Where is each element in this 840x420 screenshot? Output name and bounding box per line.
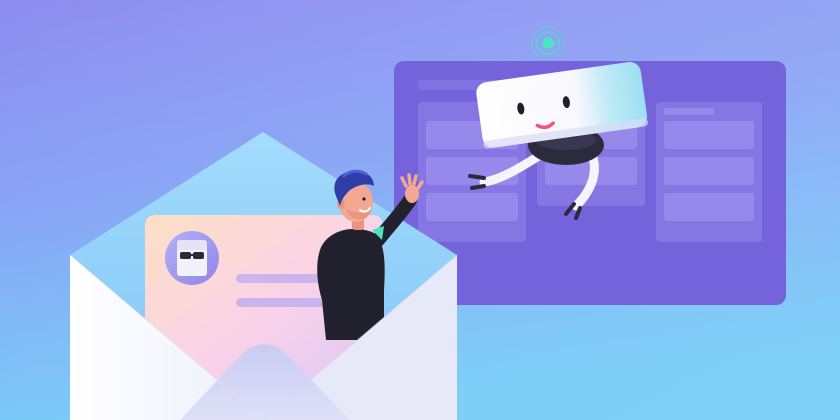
- signal-beacon-icon: [531, 26, 565, 60]
- illustration-scene: [0, 0, 840, 420]
- illustration-canvas: [0, 0, 840, 420]
- board-column-3: [656, 102, 762, 242]
- sunglasses-avatar-icon: [165, 231, 219, 285]
- person-torso: [317, 228, 385, 340]
